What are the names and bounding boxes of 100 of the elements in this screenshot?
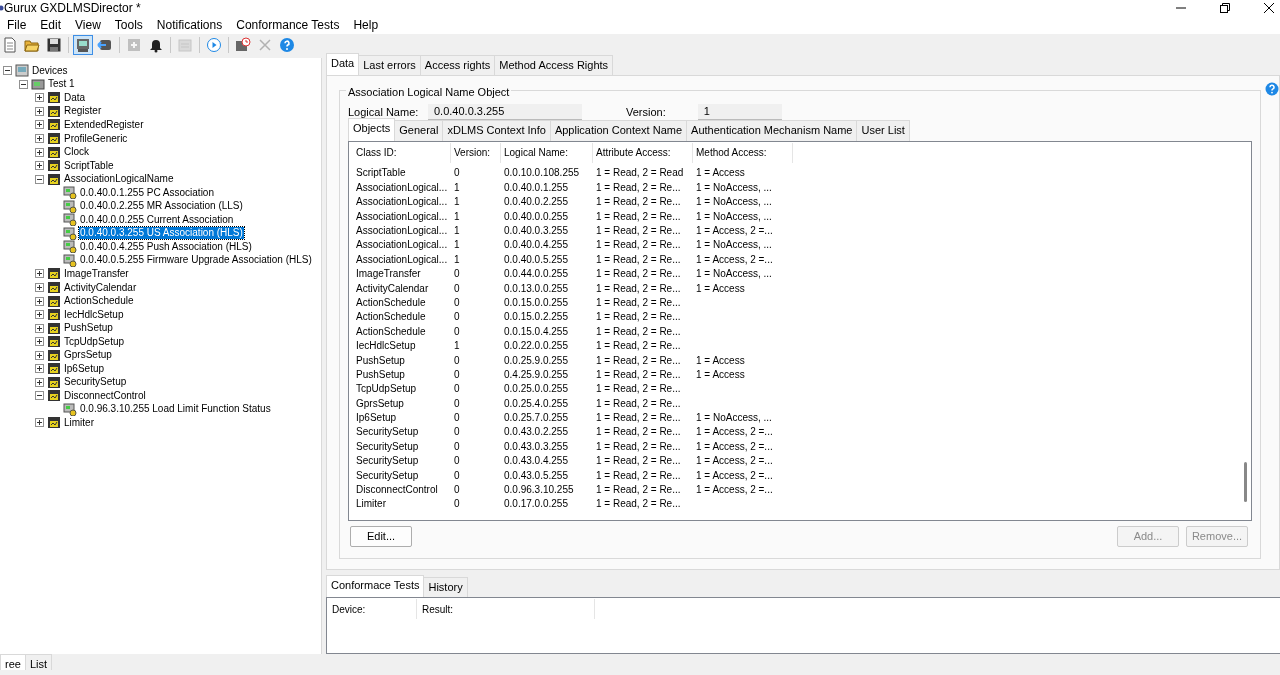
menu-item[interactable]: File <box>0 16 34 34</box>
expander-icon[interactable] <box>19 79 28 89</box>
tab[interactable]: Conformace Tests <box>326 574 425 597</box>
tree-item[interactable]: Devices <box>31 64 69 77</box>
menu-item[interactable]: Notifications <box>149 16 230 34</box>
table-cell-text: 0 <box>453 439 461 454</box>
expander-icon[interactable] <box>35 364 44 374</box>
column-header[interactable]: Method Access: <box>693 142 793 163</box>
tree-item[interactable]: ProfileGeneric <box>63 132 129 145</box>
tab[interactable]: ree <box>0 654 26 670</box>
table-cell-text: 0.4.25.9.0.255 <box>503 367 569 382</box>
object-folder-icon <box>47 132 61 145</box>
column-header[interactable]: Class ID: <box>353 142 451 163</box>
tree-item[interactable]: GprsSetup <box>63 349 113 362</box>
object-icon <box>63 213 77 227</box>
tree-item[interactable]: Clock <box>63 146 90 159</box>
tree-item[interactable]: 0.0.40.0.5.255 Firmware Upgrade Association (HLS) <box>79 254 313 267</box>
tab[interactable]: Objects <box>348 118 396 141</box>
expander-icon[interactable] <box>35 283 44 292</box>
edit-button[interactable]: Edit... <box>350 526 412 547</box>
expander-icon[interactable] <box>35 310 44 320</box>
expander-icon[interactable] <box>35 391 44 401</box>
tab[interactable]: History <box>423 576 468 597</box>
tree-item[interactable]: Test 1 <box>47 78 76 91</box>
tab[interactable]: xDLMS Context Info <box>442 120 551 141</box>
tree-item[interactable]: 0.0.40.0.1.255 PC Association <box>79 186 215 199</box>
tab[interactable]: Authentication Mechanism Name <box>686 120 858 141</box>
expander-icon[interactable] <box>35 350 44 360</box>
expander-icon[interactable] <box>35 296 44 306</box>
tree-item[interactable]: 0.0.96.3.10.255 Load Limit Function Status <box>79 403 272 416</box>
tree-item[interactable]: ActionSchedule <box>63 295 135 308</box>
tree-item[interactable]: 0.0.40.0.2.255 MR Association (LLS) <box>79 200 244 213</box>
close-icon[interactable] <box>1264 3 1274 13</box>
menu-item[interactable]: Help <box>346 16 386 34</box>
tab[interactable]: User List <box>856 120 910 141</box>
object-icon <box>63 240 77 254</box>
expander-icon[interactable] <box>35 106 44 116</box>
expander-icon[interactable] <box>35 134 44 143</box>
menu-item[interactable]: Conformance Tests <box>229 16 347 34</box>
tree-item[interactable]: IecHdlcSetup <box>63 308 125 321</box>
tab[interactable]: List <box>24 654 53 670</box>
connect-icon <box>75 37 91 53</box>
tab[interactable]: Application Context Name <box>549 120 688 141</box>
help-icon[interactable] <box>1265 82 1279 97</box>
tree-item[interactable]: ScriptTable <box>63 159 115 172</box>
expander-icon[interactable] <box>35 93 44 103</box>
column-header[interactable]: Result: <box>417 599 595 619</box>
tree-item[interactable]: ActivityCalendar <box>63 281 138 294</box>
logical-name-field[interactable]: 0.0.40.0.3.255 <box>428 104 582 120</box>
expander-icon[interactable] <box>35 377 44 387</box>
tree-item[interactable]: Register <box>63 105 103 118</box>
tree-item[interactable]: ExtendedRegister <box>63 118 145 131</box>
tree-item[interactable]: Data <box>63 91 87 104</box>
tree-item[interactable]: Ip6Setup <box>63 362 106 375</box>
menu-item[interactable]: View <box>68 16 108 34</box>
table-cell-text: 1 = Access <box>695 281 746 296</box>
table-cell-text: 0.0.43.0.4.255 <box>503 454 569 469</box>
table-cell-text: AssociationLogical... <box>355 252 449 267</box>
object-icon <box>63 253 77 267</box>
table-cell-text: Limiter <box>355 497 387 512</box>
expander-icon[interactable] <box>35 161 44 171</box>
tree-item[interactable]: TcpUdpSetup <box>63 335 126 348</box>
menu-item[interactable]: Tools <box>107 16 150 34</box>
tree-item[interactable]: ImageTransfer <box>63 267 130 280</box>
expander-icon[interactable] <box>35 120 44 130</box>
expander-icon[interactable] <box>35 323 44 333</box>
tree-item[interactable]: SecuritySetup <box>63 376 128 389</box>
tab[interactable]: Method Access Rights <box>494 54 614 75</box>
table-cell-text: 1 = Read, 2 = Re... <box>595 382 682 397</box>
scrollbar[interactable] <box>1244 461 1247 502</box>
table-cell-text: 0.0.40.0.2.255 <box>503 195 569 210</box>
column-header[interactable]: Version: <box>451 142 501 163</box>
expander-icon[interactable] <box>35 269 44 279</box>
table-cell-text: 1 = Read, 2 = Re... <box>595 425 682 440</box>
column-header[interactable]: Logical Name: <box>501 142 593 163</box>
expander-icon[interactable] <box>35 174 44 184</box>
expander-icon[interactable] <box>35 337 44 347</box>
tree-item[interactable]: Limiter <box>63 417 95 429</box>
tree-item[interactable]: 0.0.40.0.3.255 US Association (HLS) <box>79 227 244 240</box>
expander-icon[interactable] <box>35 147 44 157</box>
field-label: Logical Name: <box>348 104 420 120</box>
column-header[interactable]: Attribute Access: <box>593 142 693 163</box>
tree-item[interactable]: PushSetup <box>63 322 114 335</box>
expander-icon[interactable] <box>3 66 12 76</box>
object-folder-icon <box>47 104 61 118</box>
tree-item[interactable]: DisconnectControl <box>63 389 147 402</box>
version-field[interactable]: 1 <box>697 104 782 120</box>
bell-icon <box>148 37 164 53</box>
schedule-icon <box>235 37 251 53</box>
tree-item[interactable]: 0.0.40.0.4.255 Push Association (HLS) <box>79 240 253 253</box>
tab[interactable]: General <box>394 120 444 141</box>
object-folder-icon <box>47 281 61 294</box>
column-header[interactable]: Device: <box>327 599 417 619</box>
tree-item[interactable]: 0.0.40.0.0.255 Current Association <box>79 213 235 226</box>
menu-item[interactable]: Edit <box>33 16 69 34</box>
table-cell-text: 1 = Access, 2 =... <box>695 483 774 498</box>
tree-item[interactable]: AssociationLogicalName <box>63 173 175 186</box>
maximize-icon[interactable] <box>1220 3 1230 13</box>
expander-icon[interactable] <box>35 418 44 428</box>
object-icon <box>63 199 77 213</box>
